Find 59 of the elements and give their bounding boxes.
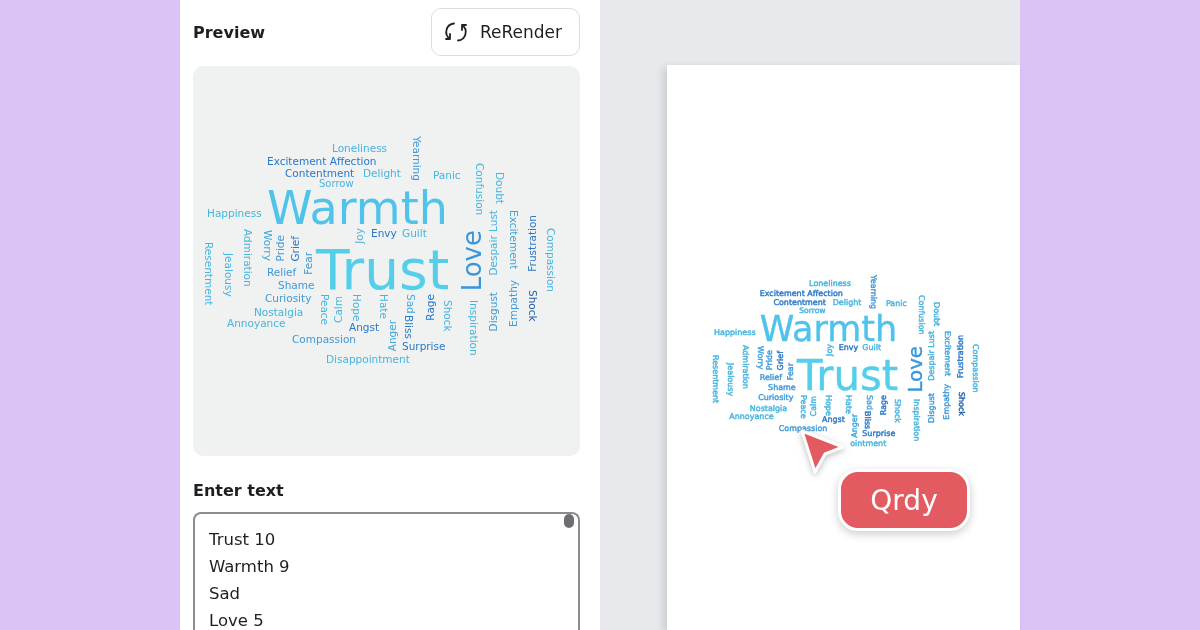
rerender-button[interactable]: ReRender	[431, 8, 580, 56]
cloud-word: Guilt	[402, 228, 427, 239]
cloud-word: Fear	[303, 252, 314, 275]
cloud-word: Hope	[351, 294, 362, 322]
cloud-word: Empathy	[508, 280, 519, 327]
cloud-word: Happiness	[207, 208, 262, 219]
cloud-word: Calm	[333, 296, 344, 323]
cloud-word: Trust	[796, 360, 899, 394]
cloud-word: Resentment	[203, 242, 214, 306]
cloud-word: Trust	[316, 249, 450, 292]
cloud-word: Grief	[290, 236, 301, 262]
cloud-word: Disgust	[488, 292, 499, 332]
cloud-word: Compassion	[292, 334, 357, 345]
cloud-word: Curiosity	[265, 293, 312, 304]
cloud-word: Worry	[262, 230, 273, 261]
cloud-word: Love	[459, 230, 485, 292]
cloud-word: Warmth	[267, 190, 448, 227]
refresh-icon	[444, 20, 468, 44]
cloud-word: Compassion	[545, 228, 556, 293]
cloud-word: Contentment	[285, 168, 355, 179]
cloud-word: Frustration	[527, 215, 538, 272]
ready-badge: Qrdy	[838, 469, 970, 531]
cloud-word: Excitement	[508, 210, 519, 270]
cloud-word: Admiration	[242, 229, 253, 287]
cloud-word: Yearning	[411, 136, 422, 181]
preview-heading: Preview	[193, 22, 265, 42]
cloud-word: Love	[905, 346, 926, 393]
cloud-word: Shock	[527, 290, 538, 322]
cloud-word: Envy	[371, 228, 397, 239]
cloud-word: Doubt	[494, 172, 505, 204]
cloud-word: Jealousy	[223, 253, 234, 297]
cloud-word: Surprise	[402, 341, 446, 352]
cloud-word: Bliss	[403, 315, 414, 339]
cloud-word: Excitement Affection	[267, 156, 377, 167]
cloud-word: Hate	[378, 294, 389, 319]
cloud-word: Shock	[442, 300, 453, 332]
cloud-word: Shame	[278, 280, 315, 291]
scrollbar-thumb[interactable]	[564, 514, 574, 528]
cloud-word: Rage	[425, 294, 436, 321]
cloud-word: Angst	[349, 322, 380, 333]
cloud-word: Pride	[275, 235, 286, 262]
cloud-word: Peace	[319, 294, 330, 326]
cloud-word: Disappointment	[326, 354, 410, 365]
cloud-word: Sorrow	[319, 179, 354, 189]
input-label: Enter text	[193, 481, 284, 500]
cloud-word: Relief	[267, 267, 297, 278]
cloud-word: Annoyance	[227, 318, 286, 329]
cloud-word: Panic	[433, 170, 461, 181]
cloud-word: Confusion	[474, 163, 485, 216]
cloud-word: Delight	[363, 168, 401, 179]
cloud-word: Warmth	[759, 315, 898, 344]
cloud-word: Inspiration	[468, 300, 479, 356]
cloud-word: Sad	[405, 294, 416, 314]
cloud-word: Anger	[387, 320, 398, 352]
cloud-word: Loneliness	[332, 143, 388, 154]
cloud-word: Joy	[354, 228, 365, 244]
cloud-word: Despair Lust	[488, 210, 499, 276]
cloud-word: Nostalgia	[254, 307, 304, 318]
text-input-field[interactable]: Trust 10 Warmth 9 Sad Love 5	[193, 512, 580, 630]
